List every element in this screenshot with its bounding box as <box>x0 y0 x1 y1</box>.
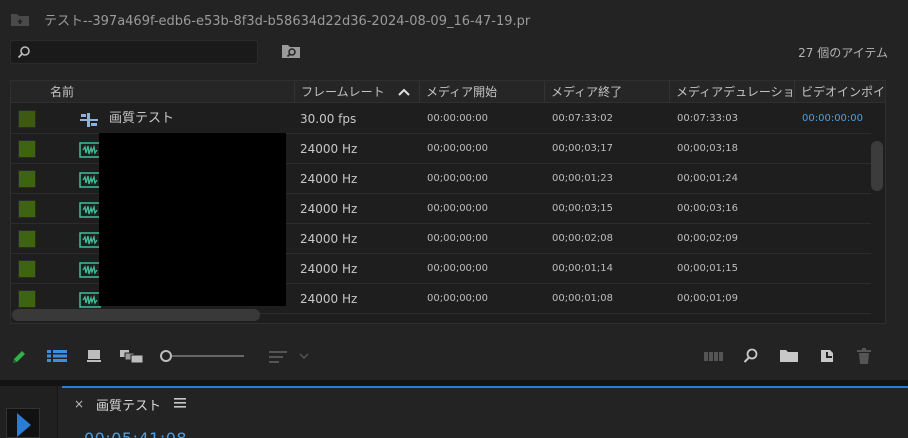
item-count: 27 個のアイテム <box>798 46 888 60</box>
frame-rate: 30.00 fps <box>300 112 357 126</box>
label-color-swatch[interactable] <box>18 230 36 248</box>
trash-icon[interactable] <box>856 347 872 365</box>
media-start: 00;00;00;00 <box>427 173 489 184</box>
label-color-swatch[interactable] <box>18 200 36 218</box>
search-input[interactable] <box>37 43 252 61</box>
project-panel: テスト--397a469f-edb6-e53b-8f3d-b58634d22d3… <box>0 0 908 380</box>
horizontal-scrollbar[interactable] <box>12 309 260 321</box>
label-color-swatch[interactable] <box>18 260 36 278</box>
frame-rate: 24000 Hz <box>300 292 358 306</box>
frame-rate: 24000 Hz <box>300 262 358 276</box>
frame-rate: 24000 Hz <box>300 202 358 216</box>
find-icon[interactable] <box>742 348 760 364</box>
selection-tool-icon <box>17 413 31 437</box>
frame-rate: 24000 Hz <box>300 142 358 156</box>
column-media-duration[interactable]: メディアデュレーション <box>669 81 794 103</box>
freeform-view-icon[interactable] <box>119 348 145 364</box>
media-start: 00;00;00;00 <box>427 203 489 214</box>
vertical-scrollbar[interactable] <box>871 141 883 191</box>
media-end: 00;00;03;15 <box>552 203 614 214</box>
tools-panel <box>0 386 58 438</box>
audio-clip-icon <box>79 142 101 158</box>
zoom-slider-thumb[interactable] <box>160 350 172 362</box>
close-icon[interactable]: × <box>74 397 84 411</box>
sort-ascending-icon[interactable] <box>397 87 411 97</box>
media-duration: 00:07:33:03 <box>677 113 739 124</box>
column-media-start[interactable]: メディア開始 <box>419 81 544 103</box>
media-end: 00;00;03;17 <box>552 143 614 154</box>
column-media-end[interactable]: メディア終了 <box>544 81 669 103</box>
audio-clip-icon <box>79 202 101 218</box>
new-item-icon[interactable] <box>818 347 836 365</box>
selection-tool[interactable] <box>6 408 40 438</box>
media-duration: 00;00;03;16 <box>677 203 739 214</box>
media-start: 00;00;00;00 <box>427 143 489 154</box>
audio-clip-icon <box>79 262 101 278</box>
active-tab-indicator <box>62 386 908 388</box>
sort-icon[interactable] <box>268 349 310 365</box>
icon-view-icon[interactable] <box>86 349 102 363</box>
media-duration: 00;00;01;24 <box>677 173 739 184</box>
audio-clip-icon <box>79 232 101 248</box>
frame-rate: 24000 Hz <box>300 172 358 186</box>
media-end: 00;00;01;23 <box>552 173 614 184</box>
new-bin-icon[interactable] <box>779 348 799 364</box>
column-name[interactable]: 名前 <box>44 81 294 103</box>
playhead-timecode[interactable]: 00:05:41:08 <box>84 429 187 438</box>
automate-to-sequence-icon[interactable] <box>703 349 725 363</box>
find-icon[interactable] <box>281 43 301 59</box>
media-end: 00;00;01;14 <box>552 263 614 274</box>
redacted-region <box>99 133 286 306</box>
media-end: 00;00;02;08 <box>552 233 614 244</box>
media-start: 00;00;00;00 <box>427 263 489 274</box>
audio-clip-icon <box>79 172 101 188</box>
media-duration: 00;00;02;09 <box>677 233 739 244</box>
timeline-panel: × 画質テスト 00:05:41:08 <box>0 386 908 438</box>
project-title-row: テスト--397a469f-edb6-e53b-8f3d-b58634d22d3… <box>0 0 908 36</box>
media-start: 00;00;00;00 <box>427 293 489 304</box>
table-row[interactable]: 画質テスト 30.00 fps 00:00:00:00 00:07:33:02 … <box>11 104 871 134</box>
label-color-swatch[interactable] <box>18 110 36 128</box>
label-color-swatch[interactable] <box>18 290 36 308</box>
sequence-icon <box>80 113 98 127</box>
media-start: 00:00:00:00 <box>427 113 489 124</box>
table-header: 名前 フレームレート メディア開始 メディア終了 メディアデュレーション ビデオ… <box>11 81 885 103</box>
pencil-icon[interactable] <box>10 348 28 366</box>
media-start: 00;00;00;00 <box>427 233 489 244</box>
folder-up-icon[interactable] <box>10 11 30 27</box>
project-title: テスト--397a469f-edb6-e53b-8f3d-b58634d22d3… <box>44 14 531 29</box>
search-box[interactable] <box>10 40 258 64</box>
sequence-tab-title[interactable]: 画質テスト <box>96 395 161 414</box>
media-end: 00:07:33:02 <box>552 113 614 124</box>
zoom-slider-track[interactable] <box>172 355 244 357</box>
media-duration: 00;00;01;15 <box>677 263 739 274</box>
list-view-icon[interactable] <box>46 349 68 363</box>
media-duration: 00;00;01;09 <box>677 293 739 304</box>
column-video-in-point[interactable]: ビデオインポイント <box>794 81 885 103</box>
label-color-swatch[interactable] <box>18 140 36 158</box>
media-end: 00;00;01;08 <box>552 293 614 304</box>
audio-clip-icon <box>79 292 101 308</box>
label-color-swatch[interactable] <box>18 170 36 188</box>
media-duration: 00;00;03;18 <box>677 143 739 154</box>
frame-rate: 24000 Hz <box>300 232 358 246</box>
clip-name: 画質テスト <box>109 111 175 126</box>
menu-icon[interactable] <box>174 398 186 408</box>
search-icon <box>17 46 30 59</box>
video-in-point[interactable]: 00:00:00:00 <box>802 104 863 134</box>
